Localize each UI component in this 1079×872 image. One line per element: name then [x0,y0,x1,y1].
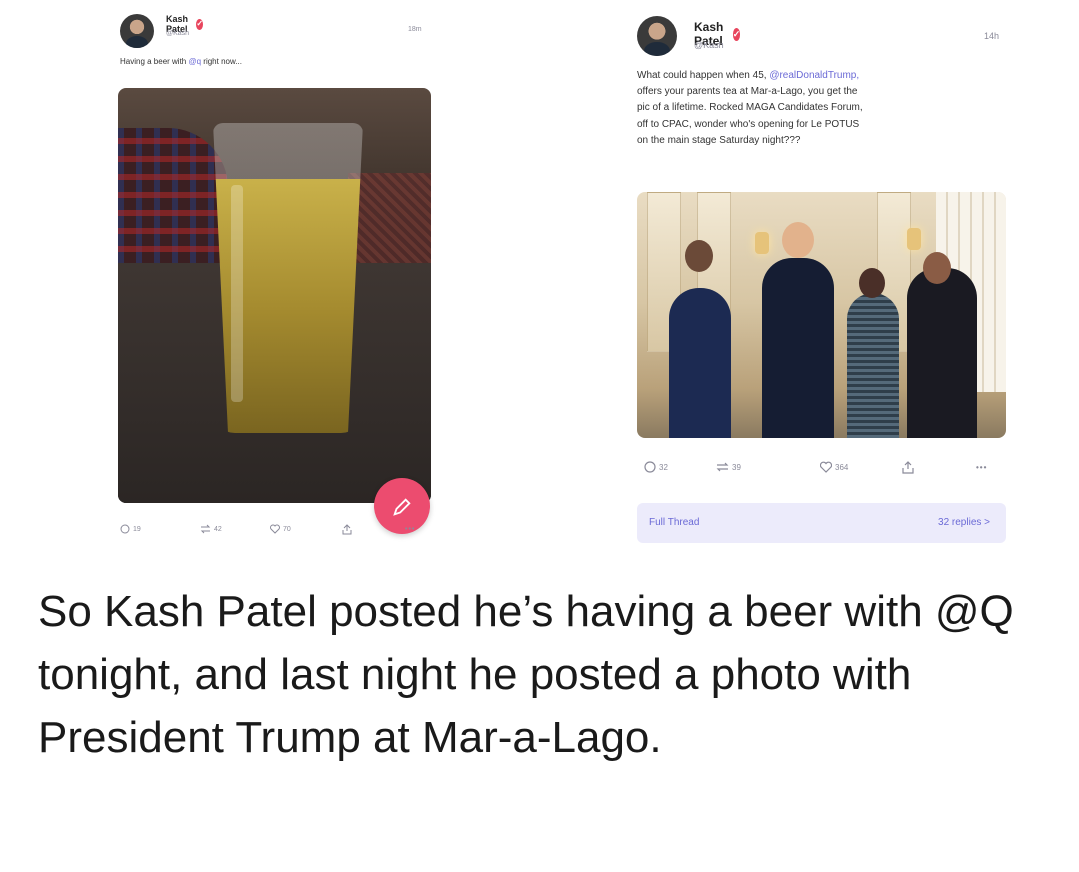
person-1 [669,288,731,438]
mention-link[interactable]: @realDonaldTrump, [769,70,859,81]
replies-link[interactable]: 32 replies > [938,517,990,528]
ellipsis-icon: ••• [405,525,416,533]
reply-icon [644,461,656,473]
author-avatar[interactable] [120,14,154,48]
background-rug [348,173,431,273]
repost-icon [200,524,211,534]
repost-count: 42 [214,525,222,533]
repost-button[interactable]: 39 [716,461,741,473]
repost-icon [716,462,729,472]
more-button[interactable]: ••• [976,463,987,472]
person-1-head [685,240,713,272]
author-avatar[interactable] [637,16,677,56]
like-count: 364 [835,462,849,472]
post-text-line4: off to CPAC, wonder who's opening for Le… [637,118,860,130]
reply-button[interactable]: 19 [120,524,141,534]
reply-count: 19 [133,525,141,533]
heart-icon [270,524,280,534]
like-button[interactable]: 70 [270,524,291,534]
post-text-line3: pic of a lifetime. Rocked MAGA Candidate… [637,102,863,114]
share-icon [902,460,914,474]
post-text-after: right now... [201,57,242,66]
mention-link[interactable]: @q [188,57,201,66]
beer-photo[interactable] [118,88,431,503]
person-4 [907,268,977,438]
post-text: Having a beer with @q right now... [120,57,440,66]
reply-button[interactable]: 32 [644,461,668,473]
thread-bar[interactable]: Full Thread 32 replies > [637,503,1006,543]
repost-count: 39 [732,462,741,472]
wall-sconce [907,228,921,250]
caption-text: So Kash Patel posted he’s having a beer … [38,587,1014,762]
group-photo[interactable] [637,192,1006,438]
ellipsis-icon: ••• [976,462,988,472]
author-handle: @Kash [166,30,190,37]
share-button[interactable] [342,523,352,535]
post-time: 14h [984,31,1000,41]
post-text-before: Having a beer with [120,57,189,66]
post-time: 18m [408,26,422,33]
heart-icon [820,461,832,473]
author-handle: @Kash [694,40,724,50]
pencil-icon [393,498,411,516]
repost-button[interactable]: 42 [200,524,222,534]
reply-count: 32 [659,462,668,472]
person-3-head [859,268,885,298]
person-4-head [923,252,951,284]
post-text-line5: on the main stage Saturday night??? [637,134,801,146]
more-button[interactable]: ••• [405,526,415,533]
verified-icon: ✓ [196,18,204,30]
full-thread-link[interactable]: Full Thread [649,517,699,528]
post-text-line1: What could happen when 45, [637,70,770,81]
beer-glass [213,123,363,433]
like-count: 70 [283,525,291,533]
person-2-head [782,222,814,258]
compose-button[interactable] [374,478,430,534]
reply-icon [120,524,130,534]
person-2 [762,258,834,438]
share-button[interactable] [902,460,914,474]
like-button[interactable]: 364 [820,461,848,473]
wall-sconce [755,232,769,254]
post-text-line2: offers your parents tea at Mar-a-Lago, y… [637,86,858,98]
verified-icon: ✓ [732,27,741,41]
share-icon [342,523,352,534]
post-text: What could happen when 45, @realDonaldTr… [637,68,1017,149]
person-3 [847,293,899,438]
